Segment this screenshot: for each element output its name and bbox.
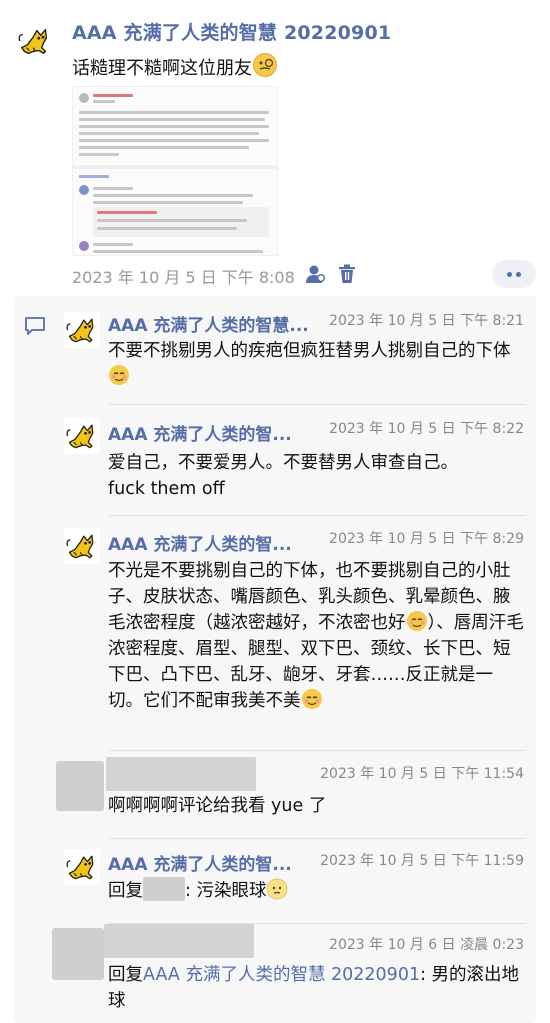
comment-text-content: 不要不挑剔男人的疾疤但疯狂替男人挑剔自己的下体: [108, 341, 511, 361]
neutral-face-emoji-icon: [266, 878, 288, 900]
reply-prefix: 回复: [108, 881, 143, 901]
post-author-name[interactable]: AAA 充满了人类的智慧 20220901: [72, 18, 391, 45]
cat-avatar[interactable]: [64, 312, 100, 348]
comment-text-line: 爱自己，不要爱男人。不要替男人审查自己。: [108, 453, 458, 473]
divider: [108, 404, 526, 405]
comment-section: AAA 充满了人类的智慧... 2023 年 10 月 5 日 下午 8:21 …: [14, 296, 536, 1023]
comment-timestamp: 2023 年 10 月 5 日 下午 8:21: [329, 313, 524, 329]
post-image[interactable]: [72, 86, 278, 256]
comment-timestamp: 2023 年 10 月 5 日 下午 8:22: [329, 421, 524, 437]
redacted-author-name: [106, 757, 256, 791]
thumbnail-avatar: [79, 93, 89, 103]
comment-text-content: : 污染眼球: [185, 881, 267, 901]
post-text: 话糙理不糙啊这位朋友: [72, 52, 278, 80]
cat-avatar[interactable]: [16, 22, 54, 60]
post-text-content: 话糙理不糙啊这位朋友: [72, 58, 252, 79]
comment-item[interactable]: AAA 充满了人类的智... 2023 年 10 月 5 日 下午 11:59 …: [14, 839, 536, 923]
post-timestamp: 2023 年 10 月 5 日 下午 8:08: [72, 268, 295, 287]
redacted-reply-target: [143, 877, 185, 901]
comment-text-line: fuck them off: [108, 479, 225, 499]
comment-text: 回复AAA 充满了人类的智慧 20220901: 男的滚出地球: [108, 962, 526, 1014]
comment-text: 不光是不要挑剔自己的下体，也不要挑剔自己的小肚子、皮肤状态、嘴唇颜色、乳头颜色、…: [108, 558, 526, 714]
comment-author-name[interactable]: AAA 充满了人类的智...: [108, 420, 292, 445]
relieved-face-emoji-icon: [301, 689, 322, 709]
cat-avatar[interactable]: [64, 418, 100, 454]
monocle-face-emoji-icon: [253, 53, 277, 77]
redacted-avatar: [52, 928, 104, 980]
comment-item[interactable]: 2023 年 10 月 6 日 凌晨 0:23 回复AAA 充满了人类的智慧 2…: [14, 924, 536, 1023]
comment-text: 回复 : 污染眼球: [108, 877, 526, 904]
more-dots-icon: [507, 272, 512, 277]
reply-prefix: 回复: [108, 965, 143, 985]
comment-item[interactable]: AAA 充满了人类的智慧... 2023 年 10 月 5 日 下午 8:21 …: [14, 296, 536, 406]
comment-author-name[interactable]: AAA 充满了人类的智...: [108, 850, 292, 875]
person-icon[interactable]: [304, 263, 326, 285]
comment-timestamp: 2023 年 10 月 5 日 下午 8:29: [329, 531, 524, 547]
comment-text: 不要不挑剔男人的疾疤但疯狂替男人挑剔自己的下体: [108, 338, 526, 390]
reply-target-name[interactable]: AAA 充满了人类的智慧 20220901: [143, 965, 420, 985]
comment-timestamp: 2023 年 10 月 5 日 下午 11:54: [320, 766, 524, 782]
thumbnail-avatar: [79, 241, 89, 251]
comment-author-name[interactable]: AAA 充满了人类的智慧...: [108, 311, 309, 336]
comment-item[interactable]: AAA 充满了人类的智... 2023 年 10 月 5 日 下午 8:22 爱…: [14, 406, 536, 514]
comment-timestamp: 2023 年 10 月 6 日 凌晨 0:23: [329, 937, 524, 953]
thumbnail-avatar: [79, 185, 89, 195]
more-options-button[interactable]: [492, 260, 536, 288]
relieved-face-emoji-icon: [406, 611, 427, 631]
trash-icon[interactable]: [336, 263, 358, 285]
comment-item[interactable]: 2023 年 10 月 5 日 下午 11:54 啊啊啊啊评论给我看 yue 了: [14, 751, 536, 839]
comment-text: 爱自己，不要爱男人。不要替男人审查自己。 fuck them off: [108, 450, 526, 502]
comment-timestamp: 2023 年 10 月 5 日 下午 11:59: [320, 853, 524, 869]
moment-post: AAA 充满了人类的智慧 20220901 话糙理不糙啊这位朋友 2023 年 …: [0, 0, 550, 298]
comment-item[interactable]: AAA 充满了人类的智... 2023 年 10 月 5 日 下午 8:29 不…: [14, 516, 536, 750]
cat-avatar[interactable]: [64, 528, 100, 564]
redacted-avatar: [56, 761, 104, 811]
relieved-face-emoji-icon: [109, 365, 129, 385]
comment-author-name[interactable]: AAA 充满了人类的智...: [108, 530, 292, 555]
cat-avatar[interactable]: [64, 849, 100, 885]
redacted-author-name: [104, 924, 254, 958]
comment-text: 啊啊啊啊评论给我看 yue 了: [108, 796, 327, 816]
